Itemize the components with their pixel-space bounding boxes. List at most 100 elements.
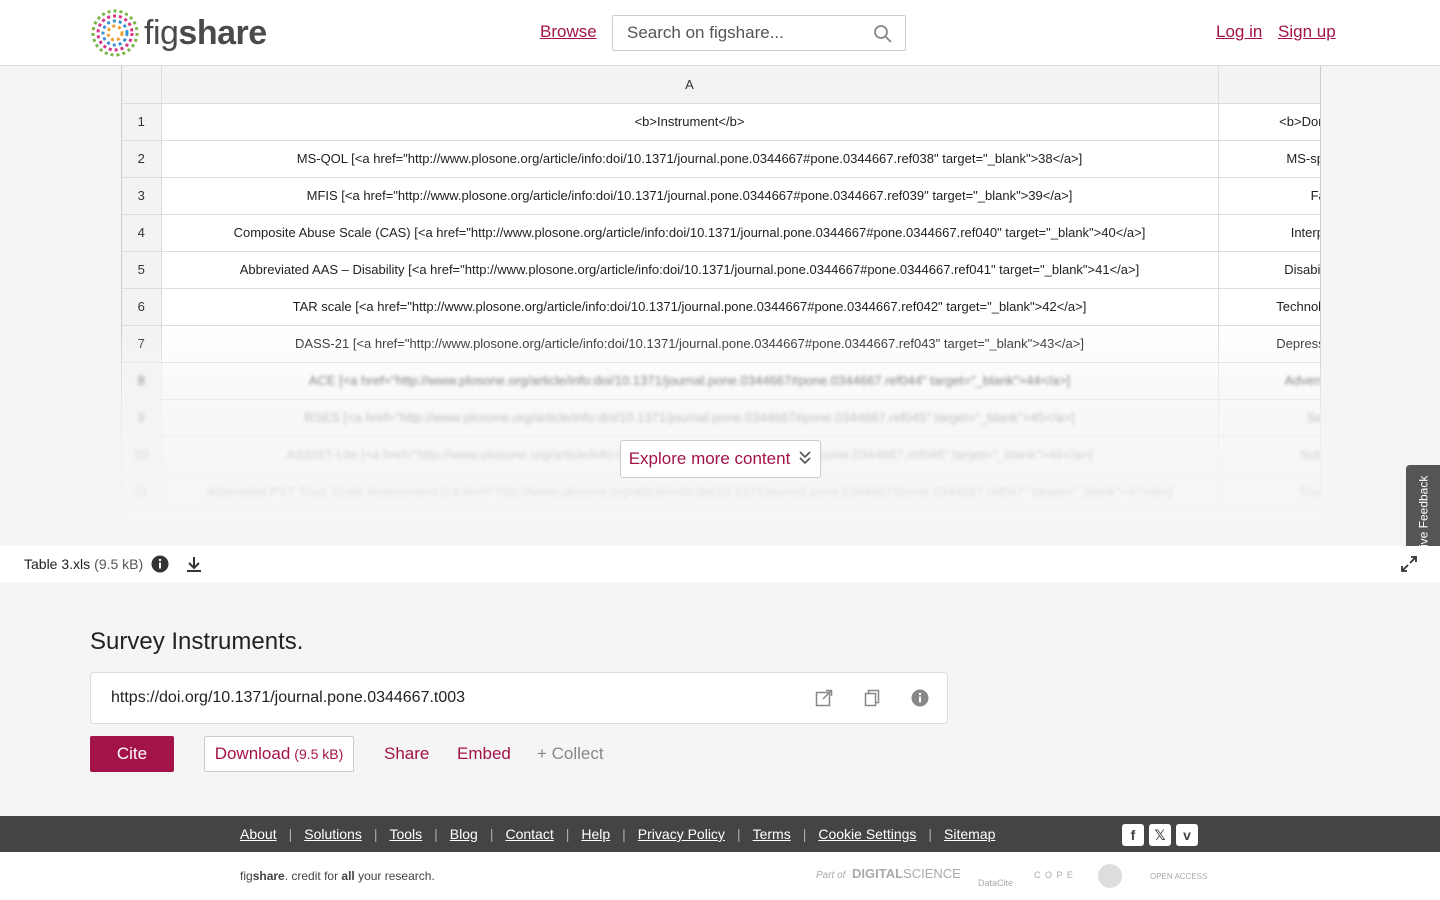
row-number: 8 — [122, 362, 162, 400]
table-row: 3 MFIS [<a href="http://www.plosone.org/a… — [122, 177, 1320, 215]
cope-logo[interactable]: C O P E — [1034, 870, 1074, 880]
footer-tagline: figshare. credit for all your research. — [240, 869, 435, 883]
cell-column-b[interactable]: MS-specific — [1218, 140, 1320, 178]
file-name: Table 3.xls (9.5 kB) — [24, 556, 144, 572]
search-input[interactable] — [613, 23, 863, 43]
vimeo-icon[interactable]: v — [1176, 824, 1198, 846]
footer-link-contact[interactable]: Contact — [505, 826, 553, 842]
cell-column-a[interactable]: TAR scale [<a href="http://www.plosone.o… — [161, 288, 1219, 326]
cell-column-b[interactable]: Adverse Chi — [1218, 362, 1320, 400]
cell-column-b[interactable]: Self- — [1218, 399, 1320, 437]
cell-column-a[interactable]: Composite Abuse Scale (CAS) [<a href="ht… — [161, 214, 1219, 252]
cell-column-a[interactable]: RSES [<a href="http://www.plosone.org/ar… — [161, 399, 1219, 437]
row-number: 9 — [122, 399, 162, 437]
footer-link-solutions[interactable]: Solutions — [304, 826, 362, 842]
footer-bottom: figshare. credit for all your research. … — [0, 852, 1440, 900]
row-number: 6 — [122, 288, 162, 326]
footer-link-help[interactable]: Help — [581, 826, 610, 842]
cell-column-a[interactable]: DASS-21 [<a href="http://www.plosone.org… — [161, 325, 1219, 363]
doi-text[interactable]: https://doi.org/10.1371/journal.pone.034… — [111, 689, 465, 707]
give-feedback-label: Give Feedback — [1416, 475, 1430, 546]
footer-separator: | — [373, 826, 378, 842]
row-number: 7 — [122, 325, 162, 363]
cell-column-b[interactable]: Interperso — [1218, 214, 1320, 252]
cite-button[interactable]: Cite — [90, 736, 174, 772]
table-row: 8 ACE [<a href="http://www.plosone.org/ar… — [122, 362, 1320, 400]
seal-icon[interactable] — [1098, 864, 1122, 888]
external-link-icon[interactable] — [815, 689, 833, 712]
footer-separator: | — [928, 826, 933, 842]
logo-wordmark: figshare — [144, 13, 267, 52]
cell-column-b[interactable]: Trust in — [1218, 473, 1320, 511]
login-link[interactable]: Log in — [1216, 22, 1262, 42]
table-row: 7 DASS-21 [<a href="http://www.plosone.or… — [122, 325, 1320, 363]
footer-separator: | — [489, 826, 494, 842]
file-bar: Table 3.xls (9.5 kB) — [0, 546, 1440, 582]
table-row: 5 Abbreviated AAS – Disability [<a href="… — [122, 251, 1320, 289]
row-number: 1 — [122, 103, 162, 141]
cell-column-b[interactable]: Substa — [1218, 436, 1320, 474]
item-title: Survey Instruments. — [90, 628, 304, 655]
doi-info-icon[interactable] — [911, 689, 929, 712]
cell-column-b[interactable]: <b>Domain ... — [1218, 103, 1320, 141]
footer-link-terms[interactable]: Terms — [753, 826, 791, 842]
cell-column-b[interactable]: Technology-fac — [1218, 288, 1320, 326]
footer-separator: | — [288, 826, 293, 842]
download-icon[interactable] — [185, 555, 203, 573]
embed-button[interactable]: Embed — [457, 744, 511, 764]
row-number: 2 — [122, 140, 162, 178]
download-size: (9.5 kB) — [294, 746, 344, 762]
row-number: 5 — [122, 251, 162, 289]
footer-link-blog[interactable]: Blog — [450, 826, 478, 842]
file-size: (9.5 kB) — [94, 556, 144, 572]
share-button[interactable]: Share — [384, 744, 429, 764]
cell-column-a[interactable]: MFIS [<a href="http://www.plosone.org/ar… — [161, 177, 1219, 215]
row-number: 10 — [122, 436, 162, 474]
file-info-icon[interactable] — [151, 555, 169, 573]
cell-column-b[interactable]: Depression, an — [1218, 325, 1320, 363]
search-box — [612, 15, 906, 51]
explore-more-button[interactable]: Explore more content — [620, 440, 821, 478]
file-preview: A 1<b>Instrument</b><b>Domain ...2MS-QOL… — [0, 66, 1440, 546]
figshare-logo[interactable]: figshare — [90, 8, 267, 58]
footer-link-privacy-policy[interactable]: Privacy Policy — [638, 826, 725, 842]
footer-link-about[interactable]: About — [240, 826, 277, 842]
cell-column-a[interactable]: <b>Instrument</b> — [161, 103, 1219, 141]
table-row: 2 MS-QOL [<a href="http://www.plosone.org… — [122, 140, 1320, 178]
digital-science-logo[interactable]: DIGITALSCIENCE — [852, 866, 961, 881]
table-row: 9 RSES [<a href="http://www.plosone.org/a… — [122, 399, 1320, 437]
search-icon[interactable] — [873, 24, 893, 49]
doi-box: https://doi.org/10.1371/journal.pone.034… — [90, 672, 948, 724]
column-header-a: A — [161, 66, 1219, 104]
cell-column-a[interactable]: Abbreviated AAS – Disability [<a href="h… — [161, 251, 1219, 289]
footer-separator: | — [736, 826, 741, 842]
collect-button[interactable]: + Collect — [537, 744, 604, 764]
double-chevron-down-icon — [798, 449, 812, 470]
row-number: 3 — [122, 177, 162, 215]
facebook-icon[interactable]: f — [1122, 824, 1144, 846]
cell-column-a[interactable]: MS-QOL [<a href="http://www.plosone.org/… — [161, 140, 1219, 178]
footer-link-cookie-settings[interactable]: Cookie Settings — [818, 826, 916, 842]
table-row: 1<b>Instrument</b><b>Domain ... — [122, 103, 1320, 141]
signup-link[interactable]: Sign up — [1278, 22, 1336, 42]
footer-link-sitemap[interactable]: Sitemap — [944, 826, 995, 842]
figshare-logo-icon — [91, 9, 139, 57]
copy-icon[interactable] — [863, 689, 881, 712]
download-button[interactable]: Download (9.5 kB) — [204, 736, 354, 772]
footer-separator: | — [565, 826, 570, 842]
cell-column-a[interactable]: Attempted PVT Trust Scale Assessment [<a… — [161, 473, 1219, 511]
browse-link[interactable]: Browse — [540, 22, 597, 42]
row-number: 4 — [122, 214, 162, 252]
cell-column-b[interactable]: Fat — [1218, 177, 1320, 215]
open-access-logo[interactable]: OPEN ACCESS — [1150, 872, 1207, 881]
table-row: 4 Composite Abuse Scale (CAS) [<a href="h… — [122, 214, 1320, 252]
cell-column-b[interactable]: Disability-tar — [1218, 251, 1320, 289]
footer-link-tools[interactable]: Tools — [389, 826, 422, 842]
cell-column-a[interactable]: ACE [<a href="http://www.plosone.org/art… — [161, 362, 1219, 400]
item-details: Survey Instruments. https://doi.org/10.1… — [0, 582, 1440, 816]
x-twitter-icon[interactable]: 𝕏 — [1149, 824, 1171, 846]
datacite-logo[interactable]: DataCite — [978, 878, 1013, 888]
give-feedback-tab[interactable]: Give Feedback — [1406, 465, 1440, 546]
site-header: figshare Browse Log in Sign up — [0, 0, 1440, 66]
fullscreen-expand-icon[interactable] — [1400, 555, 1418, 578]
